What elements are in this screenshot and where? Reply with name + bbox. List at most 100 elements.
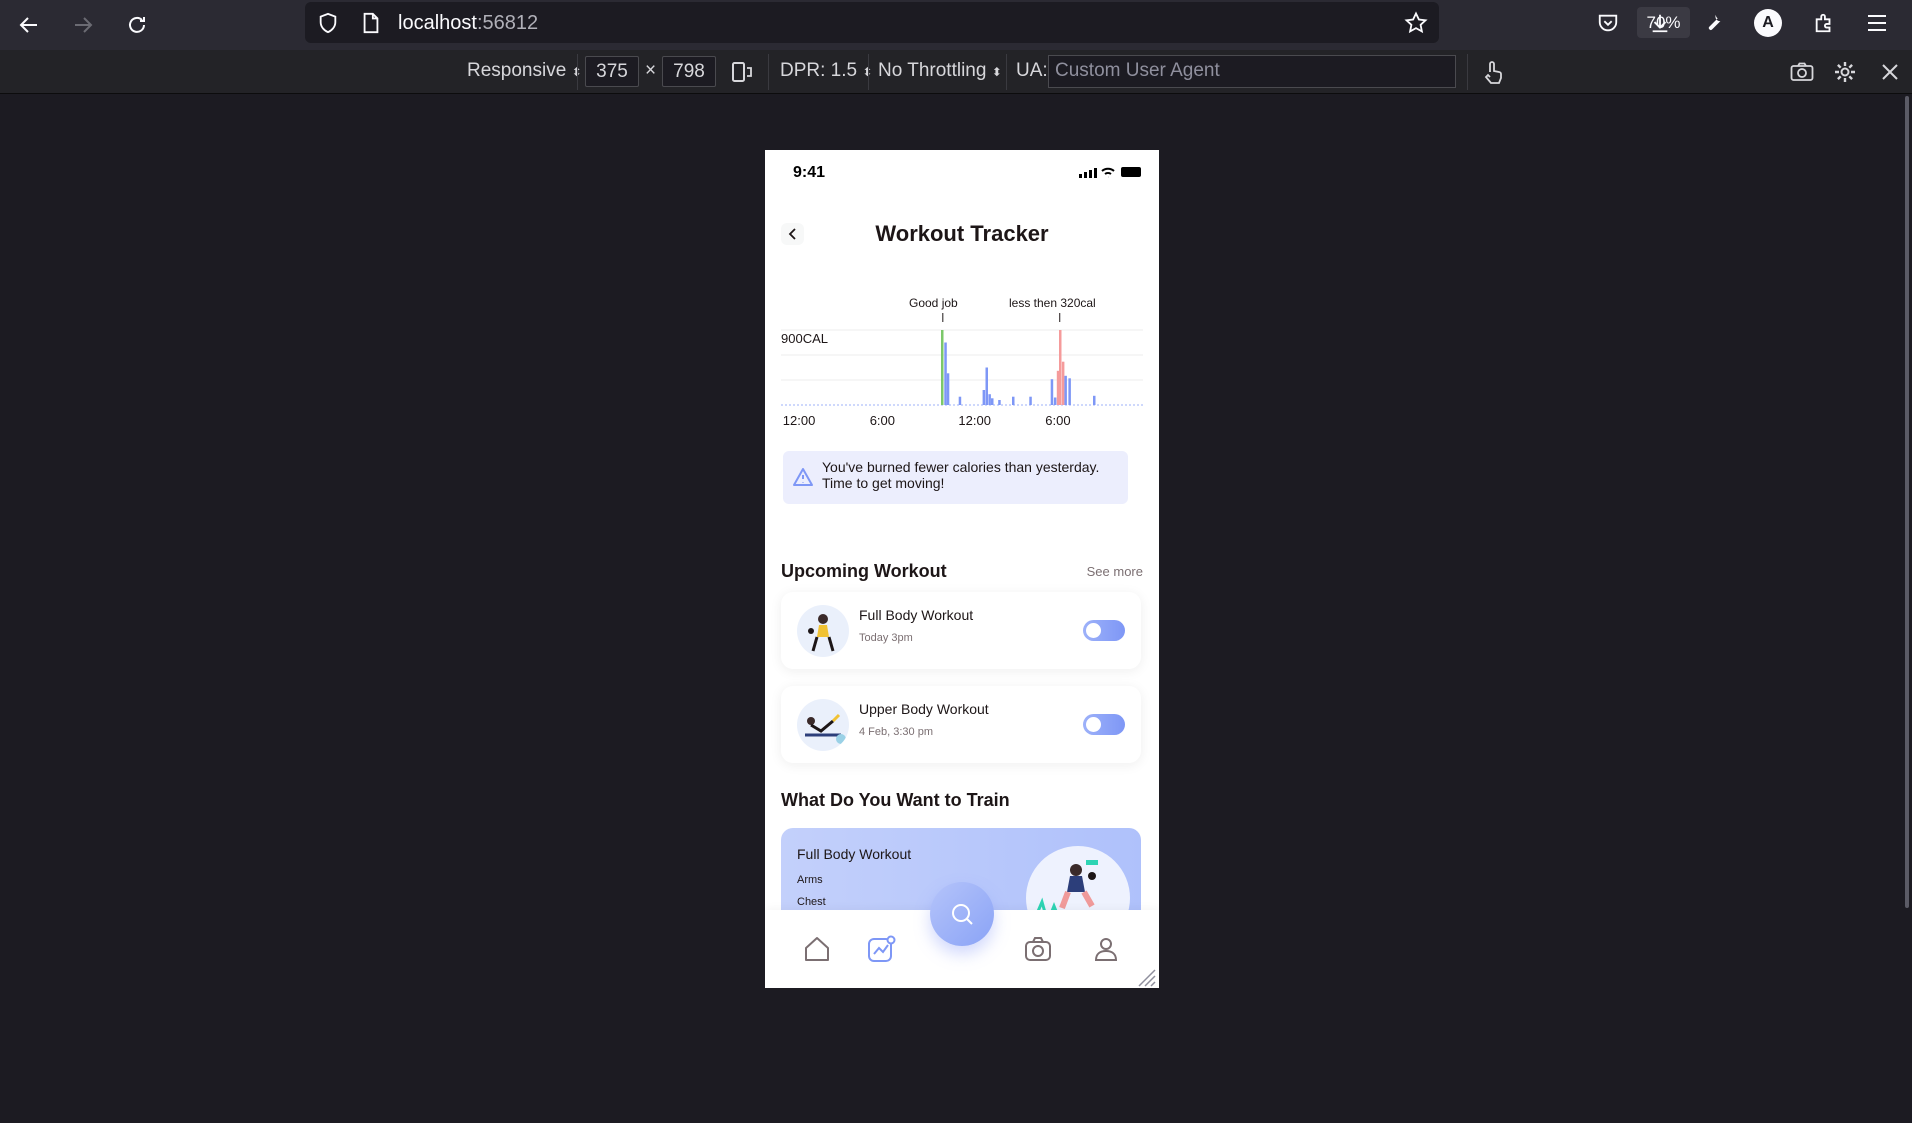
throttling-selector-label: No Throttling: [878, 60, 987, 81]
user-agent-input[interactable]: Custom User Agent: [1048, 55, 1456, 88]
train-section-title: What Do You Want to Train: [781, 790, 1010, 810]
extensions-icon[interactable]: [1809, 8, 1839, 38]
chart-bar: [1061, 361, 1065, 405]
chart-bar: [991, 398, 994, 405]
throttling-selector[interactable]: No Throttling ⬍: [878, 60, 1002, 82]
downloads-icon[interactable]: [1645, 8, 1675, 38]
divider: [868, 54, 869, 90]
devtools-wrench-icon[interactable]: [1699, 8, 1729, 38]
rotate-device-icon[interactable]: [727, 57, 757, 87]
page-scrollbar[interactable]: [1905, 96, 1909, 908]
x-tick-label: 12:00: [958, 413, 991, 428]
back-arrow-icon[interactable]: [10, 6, 48, 44]
workout-card[interactable]: Full Body Workout Today 3pm: [781, 592, 1141, 669]
chart-bar: [958, 396, 962, 405]
signal-icon: [1079, 168, 1097, 178]
calories-chart: 900CAL Good job less then 320cal 12:00 6:…: [781, 295, 1143, 430]
dimension-separator: ×: [645, 60, 657, 81]
annotation-less-calories: less then 320cal: [1009, 296, 1096, 310]
workout-toggle[interactable]: [1083, 714, 1125, 735]
chart-bar: [1050, 379, 1054, 405]
responsive-design-toolbar: Responsive ⬍ 375 × 798 DPR: 1.5 ⬍ No Thr…: [0, 50, 1912, 94]
screenshot-camera-icon[interactable]: [1787, 57, 1817, 87]
chart-bar: [982, 390, 986, 405]
page-title: Workout Tracker: [875, 221, 1049, 246]
device-selector-label: Responsive: [467, 60, 567, 81]
chart-bar: [1056, 370, 1060, 405]
hamburger-menu-icon[interactable]: [1862, 8, 1892, 38]
settings-gear-icon[interactable]: [1830, 57, 1860, 87]
viewport-resize-handle[interactable]: [1135, 966, 1157, 988]
workout-time: 4 Feb, 3:30 pm: [859, 726, 933, 738]
forward-arrow-icon[interactable]: [64, 6, 102, 44]
calories-chart-svg: 900CAL Good job less then 320cal 12:00 6:…: [781, 296, 1143, 428]
profile-icon[interactable]: [1091, 934, 1121, 964]
x-tick-label: 6:00: [1045, 413, 1070, 428]
alert-message: You've burned fewer calories than yester…: [822, 459, 1100, 491]
divider: [768, 54, 769, 90]
workout-time: Today 3pm: [859, 632, 913, 644]
viewport-width-input[interactable]: 375: [585, 56, 639, 87]
annotation-good-job: Good job: [909, 296, 958, 310]
reload-icon[interactable]: [118, 6, 156, 44]
divider: [577, 54, 578, 90]
pocket-icon[interactable]: [1593, 8, 1623, 38]
activity-chart-icon[interactable]: [866, 934, 896, 964]
chevron-updown-icon: ⬍: [991, 65, 1002, 79]
status-icons: [1061, 164, 1143, 180]
touch-simulation-icon[interactable]: [1478, 57, 1508, 87]
warning-triangle-icon: [792, 466, 814, 488]
chart-bar: [1029, 396, 1032, 405]
chart-bar: [998, 400, 1001, 405]
toggle-knob: [1086, 623, 1101, 638]
workout-toggle[interactable]: [1083, 620, 1125, 641]
account-avatar[interactable]: A: [1754, 9, 1782, 37]
see-more-link[interactable]: See more: [1087, 564, 1143, 579]
device-selector[interactable]: Responsive ⬍: [467, 60, 582, 82]
train-item: Chest: [797, 896, 826, 908]
phone-viewport: 9:41 Workout Tracker 900CAL Good job les…: [765, 150, 1159, 988]
dpr-selector-label: DPR: 1.5: [780, 60, 858, 81]
workout-name: Full Body Workout: [859, 607, 974, 623]
browser-toolbar: localhost:56812 70% A: [0, 0, 1912, 50]
camera-icon[interactable]: [1023, 934, 1053, 964]
search-button[interactable]: [930, 882, 994, 946]
battery-icon: [1121, 167, 1141, 177]
dpr-selector[interactable]: DPR: 1.5 ⬍: [780, 60, 872, 82]
chart-bar: [944, 342, 947, 405]
home-icon[interactable]: [802, 934, 832, 964]
viewport-height-input[interactable]: 798: [662, 56, 716, 87]
toggle-knob: [1086, 717, 1101, 732]
search-icon: [952, 904, 973, 925]
workout-name: Upper Body Workout: [859, 701, 989, 717]
bookmark-star-icon[interactable]: [1403, 10, 1429, 36]
chart-bar: [1064, 375, 1067, 405]
workout-card[interactable]: Upper Body Workout 4 Feb, 3:30 pm: [781, 686, 1141, 763]
shield-icon[interactable]: [316, 11, 340, 35]
close-icon[interactable]: [1875, 57, 1905, 87]
chart-bar: [1093, 395, 1096, 405]
train-card-title: Full Body Workout: [797, 846, 912, 862]
url-text: localhost:56812: [398, 12, 538, 35]
url-bar[interactable]: localhost:56812 70%: [305, 2, 1690, 43]
chart-bar: [1053, 397, 1057, 405]
chart-bar: [1012, 396, 1015, 405]
chart-bar: [941, 330, 944, 405]
divider: [1006, 54, 1007, 90]
train-item: Arms: [797, 874, 823, 886]
x-tick-label: 12:00: [783, 413, 816, 428]
workout-avatar: [797, 699, 849, 751]
chart-bar: [985, 367, 988, 405]
page-icon: [359, 11, 383, 35]
url-port: :56812: [476, 12, 539, 34]
y-axis-label: 900CAL: [781, 331, 828, 346]
divider: [1467, 54, 1468, 90]
ua-label: UA:: [1016, 60, 1048, 81]
status-time: 9:41: [793, 164, 826, 181]
upcoming-workout-title: Upcoming Workout: [781, 561, 947, 581]
wifi-icon: [1101, 167, 1115, 178]
x-tick-label: 6:00: [870, 413, 895, 428]
chart-bar: [1059, 330, 1062, 405]
chart-bar: [946, 373, 950, 405]
chart-bar: [1068, 378, 1071, 405]
